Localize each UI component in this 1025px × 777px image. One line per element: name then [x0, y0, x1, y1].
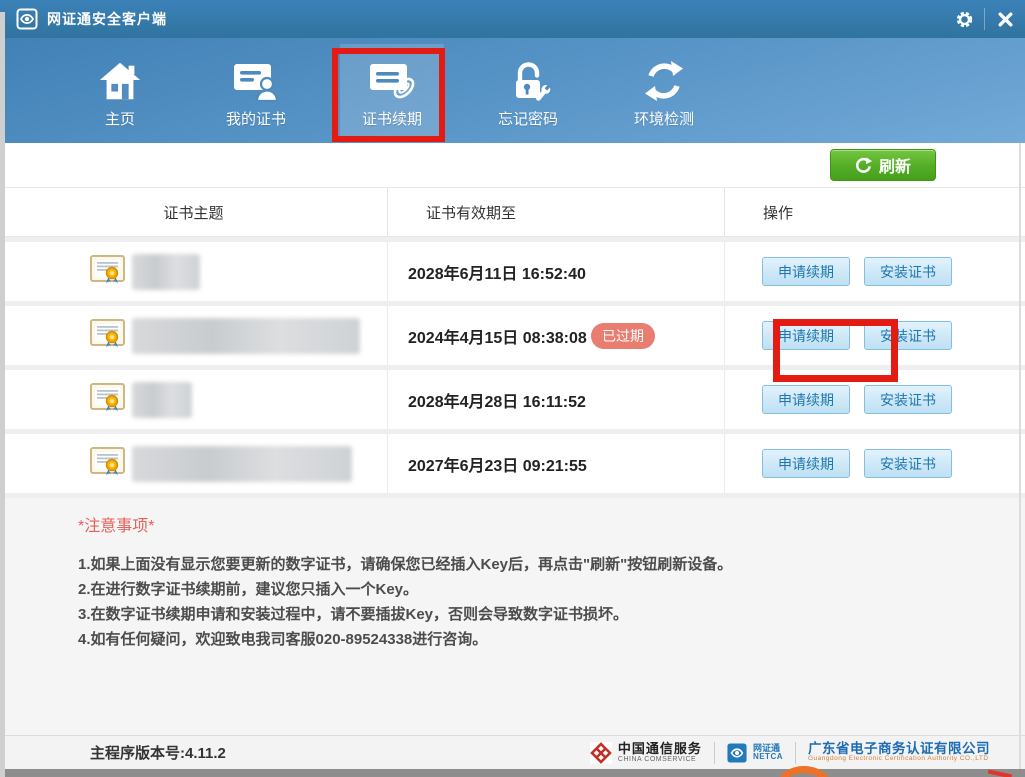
close-icon	[997, 11, 1013, 27]
settings-button[interactable]	[944, 0, 984, 38]
footer-divider	[713, 741, 715, 764]
certificate-icon	[90, 318, 126, 353]
logo-name: 中国通信服务	[617, 741, 702, 756]
nav-tab-my-certificates[interactable]: 我的证书	[204, 44, 308, 138]
nav-tab-label: 环境检测	[633, 110, 694, 128]
nav-tab-certificate-renewal[interactable]: 证书续期	[340, 43, 444, 138]
window-left-edge	[0, 12, 5, 777]
nav-tab-forgot-password[interactable]: 忘记密码	[476, 44, 580, 138]
refresh-button[interactable]: 刷新	[830, 149, 936, 181]
redacted-subject	[132, 381, 192, 418]
install-button[interactable]: 安装证书	[864, 321, 952, 350]
footer-divider	[795, 741, 796, 764]
certificate-icon	[90, 382, 126, 417]
environment-check-icon	[642, 53, 686, 103]
install-button[interactable]: 安装证书	[864, 449, 952, 478]
netca-eye-icon	[727, 742, 747, 763]
close-button[interactable]	[985, 0, 1025, 38]
redacted-subject	[132, 253, 200, 290]
table-row: 2027年6月23日 09:21:55 申请续期 安装证书	[0, 434, 1025, 493]
certificate-icon	[90, 446, 126, 481]
gdca-logo: 广东省电子商务认证有限公司 Guangdong Electronic Certi…	[808, 741, 990, 763]
valid-until-date: 2028年6月11日 16:52:40	[408, 265, 586, 283]
logo-name-en: NETCA	[752, 752, 783, 762]
table-header: 证书主题 证书有效期至 操作	[0, 188, 1025, 237]
renew-button[interactable]: 申请续期	[762, 321, 850, 350]
certificate-table: 2028年6月11日 16:52:40 申请续期 安装证书 2024年4月15日…	[0, 237, 1025, 498]
logo-name-en: CHINA COMSERVICE	[617, 755, 697, 763]
nav-tab-label: 我的证书	[225, 110, 286, 128]
notes-section: *注意事项* 1.如果上面没有显示您要更新的数字证书，请确保您已经插入Key后，…	[0, 498, 1025, 735]
window-title: 网证通安全客户端	[47, 11, 167, 27]
nav-tab-label: 主页	[104, 110, 135, 128]
table-row: 2024年4月15日 08:38:08 已过期 申请续期 安装证书	[0, 306, 1025, 382]
table-row: 2028年6月11日 16:52:40 申请续期 安装证书	[0, 242, 1025, 301]
refresh-icon	[855, 156, 872, 173]
version-label: 主程序版本号:4.11.2	[90, 745, 226, 762]
nav-bar: 主页 我的证书 证书续期 忘记密码 环境检测	[0, 38, 1025, 143]
column-header-subject: 证书主题	[0, 188, 388, 236]
valid-until-date: 2024年4月15日 08:38:08	[408, 329, 587, 347]
titlebar: 网证通安全客户端	[0, 0, 1025, 38]
toolbar: 刷新	[0, 143, 1025, 188]
column-header-actions: 操作	[763, 204, 794, 222]
nav-tab-home[interactable]: 主页	[68, 44, 172, 138]
redacted-subject	[132, 445, 352, 482]
certificate-icon	[90, 254, 126, 289]
expired-badge: 已过期	[591, 322, 655, 349]
nav-tab-environment-check[interactable]: 环境检测	[612, 44, 716, 138]
valid-until-date: 2027年6月23日 09:21:55	[408, 457, 587, 475]
install-button[interactable]: 安装证书	[864, 257, 952, 286]
certificate-renewal-icon	[368, 53, 416, 103]
nav-tab-label: 忘记密码	[497, 110, 558, 128]
footer-logos: 中国通信服务 CHINA COMSERVICE 网证通 NETCA 广东省电子商…	[589, 741, 990, 764]
china-comservice-knot-icon	[589, 741, 612, 764]
note-item: 1.如果上面没有显示您要更新的数字证书，请确保您已经插入Key后，再点击"刷新"…	[78, 556, 733, 573]
logo-name: 广东省电子商务认证有限公司	[808, 741, 990, 756]
home-icon	[97, 53, 143, 103]
my-certificates-icon	[232, 53, 280, 103]
gear-icon	[956, 11, 972, 27]
install-button[interactable]: 安装证书	[864, 385, 952, 414]
redacted-subject	[132, 317, 360, 354]
note-item: 2.在进行数字证书续期前，建议您只插入一个Key。	[78, 581, 419, 598]
app-logo-icon	[16, 8, 38, 30]
netca-logo: 网证通 NETCA	[727, 743, 783, 763]
logo-name-en: Guangdong Electronic Certification Autho…	[808, 755, 989, 763]
column-header-valid-until: 证书有效期至	[388, 188, 725, 236]
nav-tab-label: 证书续期	[361, 110, 422, 128]
forgot-password-icon	[505, 53, 551, 103]
window-bottom-edge	[0, 769, 1025, 777]
titlebar-buttons	[944, 0, 1025, 38]
app-window: 网证通安全客户端 主页 我的证书 证书续期 忘记密码 环境检测 刷新 证书主题 …	[0, 0, 1025, 777]
refresh-button-label: 刷新	[878, 159, 911, 176]
renew-button[interactable]: 申请续期	[762, 449, 850, 478]
renew-button[interactable]: 申请续期	[762, 385, 850, 414]
footer: 主程序版本号:4.11.2 中国通信服务 CHINA COMSERVICE 网证…	[0, 735, 1025, 769]
renew-button[interactable]: 申请续期	[762, 257, 850, 286]
window-right-edge	[1019, 143, 1021, 769]
note-item: 4.如有任何疑问，欢迎致电我司客服020-89524338进行咨询。	[78, 631, 488, 648]
china-comservice-logo: 中国通信服务 CHINA COMSERVICE	[589, 741, 702, 764]
table-row: 2028年4月28日 16:11:52 申请续期 安装证书	[0, 370, 1025, 429]
note-item: 3.在数字证书续期申请和安装过程中，请不要插拔Key，否则会导致数字证书损坏。	[78, 606, 629, 623]
valid-until-date: 2028年4月28日 16:11:52	[408, 393, 586, 411]
notes-title: *注意事项*	[78, 518, 155, 535]
